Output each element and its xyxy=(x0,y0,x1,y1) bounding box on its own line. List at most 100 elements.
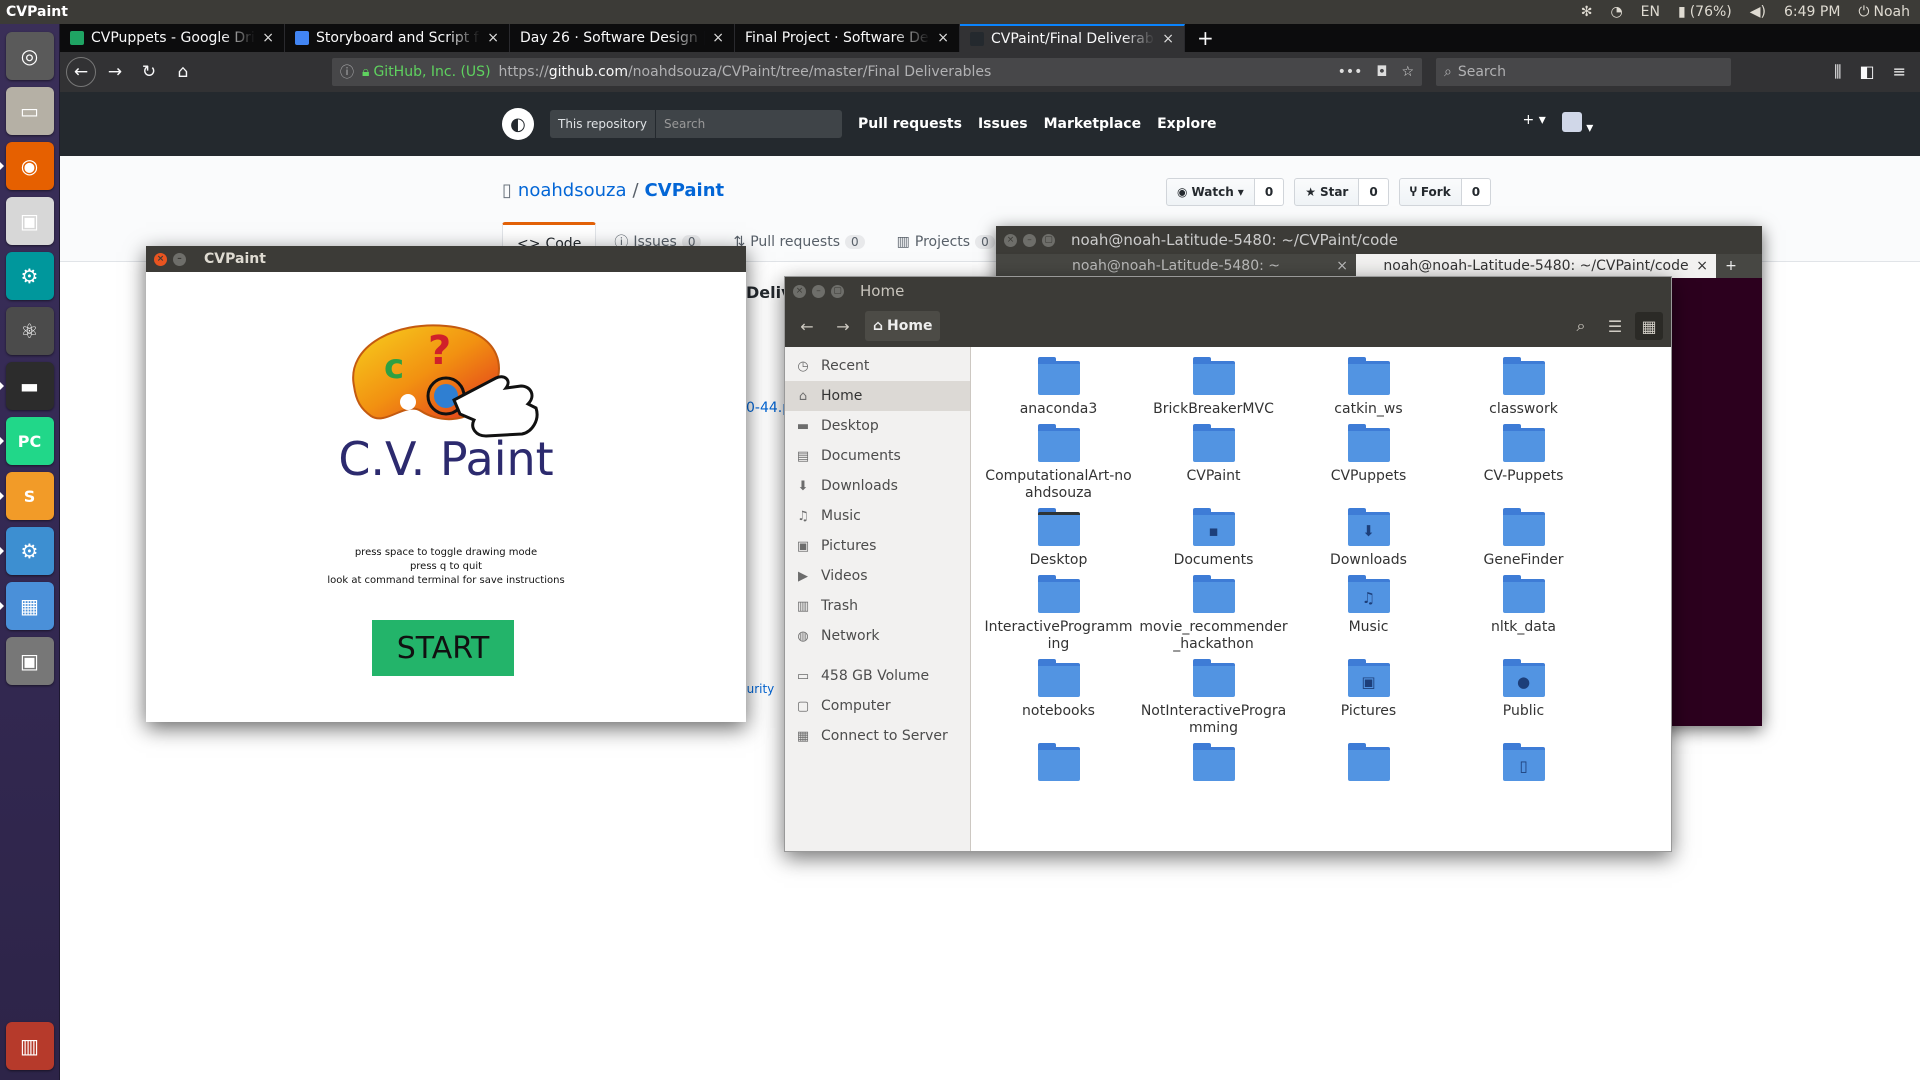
folder-item[interactable]: GeneFinder xyxy=(1446,508,1601,569)
watch-button[interactable]: ◉ Watch ▾ xyxy=(1166,178,1255,206)
maximize-icon[interactable]: ▢ xyxy=(1042,233,1055,247)
terminal-titlebar[interactable]: × – ▢ noah@noah-Latitude-5480: ~/CVPaint… xyxy=(996,226,1762,254)
folder-item[interactable]: ● Public xyxy=(1446,659,1601,737)
battery-indicator[interactable]: ▮ (76%) xyxy=(1678,4,1732,20)
folder-item[interactable]: ComputationalArt-noahdsouza xyxy=(981,424,1136,502)
star-button[interactable]: ★ Star xyxy=(1294,178,1360,206)
github-search[interactable]: This repository Search xyxy=(550,110,842,138)
folder-item[interactable]: catkin_ws xyxy=(1291,357,1446,418)
folder-item[interactable]: BrickBreakerMVC xyxy=(1136,357,1291,418)
tab-projects[interactable]: ▥ Projects 0 xyxy=(883,222,1009,262)
folder-item[interactable]: nltk_data xyxy=(1446,575,1601,653)
folder-item[interactable]: ♫ Music xyxy=(1291,575,1446,653)
volume-icon[interactable]: ◀) xyxy=(1750,4,1766,20)
software-center-icon[interactable]: ▣ xyxy=(5,197,54,245)
trash-icon[interactable]: ▥ xyxy=(5,1022,54,1070)
clock[interactable]: 6:49 PM xyxy=(1784,4,1840,20)
star-count[interactable]: 0 xyxy=(1359,178,1389,206)
folder-item[interactable] xyxy=(1291,743,1446,787)
nav-pull-requests[interactable]: Pull requests xyxy=(858,116,962,132)
nav-marketplace[interactable]: Marketplace xyxy=(1044,116,1141,132)
folder-item[interactable]: CVPaint xyxy=(1136,424,1291,502)
minimize-icon[interactable]: – xyxy=(1023,233,1036,247)
close-tab-icon[interactable]: × xyxy=(937,30,949,46)
terminal-tab-code[interactable]: noah@noah-Latitude-5480: ~/CVPaint/code × xyxy=(1356,254,1716,278)
folder-item[interactable]: NotInteractiveProgramming xyxy=(1136,659,1291,737)
url-bar[interactable]: ⓘ 🔒︎ GitHub, Inc. (US) https://github.com… xyxy=(332,58,1422,86)
back-arrow-icon[interactable]: ← xyxy=(793,312,821,340)
back-button[interactable]: ← xyxy=(66,57,96,87)
browser-tab[interactable]: Final Project · Software Des × xyxy=(735,24,960,52)
user-avatar-menu[interactable]: ▾ xyxy=(1561,112,1593,136)
create-new-plus-icon[interactable]: + ▾ xyxy=(1523,112,1546,136)
fork-count[interactable]: 0 xyxy=(1461,178,1492,206)
folder-item[interactable]: notebooks xyxy=(981,659,1136,737)
sidebar-item-pictures[interactable]: ▣ Pictures xyxy=(785,531,970,561)
atom-icon[interactable]: ⚛ xyxy=(5,307,54,355)
folder-item[interactable]: CV-Puppets xyxy=(1446,424,1601,502)
folder-item[interactable] xyxy=(981,743,1136,787)
reload-button[interactable]: ↻ xyxy=(134,57,164,87)
terminal-icon[interactable]: ▬ xyxy=(0,362,54,410)
folder-item[interactable]: ▣ Pictures xyxy=(1291,659,1446,737)
sidebar-icon[interactable]: ◧ xyxy=(1859,62,1874,82)
forward-arrow-icon[interactable]: → xyxy=(829,312,857,340)
maximize-icon[interactable]: ▢ xyxy=(831,284,844,298)
start-button[interactable]: START xyxy=(372,620,514,676)
sublime-icon[interactable]: S xyxy=(0,472,54,520)
search-icon[interactable]: ⌕ xyxy=(1567,312,1595,340)
folder-item[interactable]: ⬇ Downloads xyxy=(1291,508,1446,569)
terminal-new-tab-button[interactable]: + xyxy=(1716,254,1746,278)
folder-item[interactable]: ▯ xyxy=(1446,743,1601,787)
github-logo-icon[interactable]: ◐ xyxy=(502,108,534,140)
files-icon[interactable]: ▦ xyxy=(0,582,54,630)
close-icon[interactable]: × xyxy=(154,252,167,266)
folder-item[interactable]: classwork xyxy=(1446,357,1601,418)
list-view-icon[interactable]: ☰ xyxy=(1601,312,1629,340)
home-button[interactable]: ⌂ xyxy=(168,57,198,87)
folder-item[interactable]: movie_recommender_hackathon xyxy=(1136,575,1291,653)
bookmark-star-icon[interactable]: ☆ xyxy=(1401,64,1414,80)
dash-icon[interactable]: ◎ xyxy=(5,32,54,80)
close-icon[interactable]: × xyxy=(1336,258,1348,274)
forward-button[interactable]: → xyxy=(100,57,130,87)
sidebar-item-downloads[interactable]: ⬇ Downloads xyxy=(785,471,970,501)
breadcrumb[interactable]: ⌂ Home xyxy=(865,311,941,341)
files-titlebar[interactable]: × – ▢ Home xyxy=(785,277,1671,305)
cvpaint-titlebar[interactable]: × – CVPaint xyxy=(146,246,746,272)
nav-explore[interactable]: Explore xyxy=(1157,116,1216,132)
user-menu[interactable]: ⏻ Noah xyxy=(1858,4,1910,20)
github-search-input[interactable]: Search xyxy=(656,117,713,131)
watch-count[interactable]: 0 xyxy=(1254,178,1285,206)
drive-icon[interactable]: ▣ xyxy=(5,637,54,685)
close-tab-icon[interactable]: × xyxy=(1162,31,1174,47)
sidebar-item-458-gb-volume[interactable]: ▭ 458 GB Volume xyxy=(785,661,970,691)
network-settings-icon[interactable]: ✻ xyxy=(1581,4,1593,20)
hamburger-menu-icon[interactable]: ≡ xyxy=(1893,62,1906,82)
close-tab-icon[interactable]: × xyxy=(262,30,274,46)
files-cabinet-icon[interactable]: ▭ xyxy=(5,87,54,135)
library-icon[interactable]: ⫼ xyxy=(1834,62,1841,82)
arduino-icon[interactable]: ⚙ xyxy=(5,252,54,300)
firefox-icon[interactable]: ◉ xyxy=(0,142,54,190)
sidebar-item-music[interactable]: ♫ Music xyxy=(785,501,970,531)
keyboard-layout[interactable]: EN xyxy=(1641,4,1660,20)
close-tab-icon[interactable]: × xyxy=(712,30,724,46)
fork-button[interactable]: Ⴤ Fork xyxy=(1398,178,1462,206)
sidebar-item-recent[interactable]: ◷ Recent xyxy=(785,351,970,381)
browser-tab[interactable]: Storyboard and Script fo × xyxy=(285,24,510,52)
wifi-icon[interactable]: ◔ xyxy=(1610,4,1622,20)
folder-item[interactable] xyxy=(1136,743,1291,787)
pocket-icon[interactable]: ◘ xyxy=(1376,64,1387,80)
sidebar-item-desktop[interactable]: ▬ Desktop xyxy=(785,411,970,441)
browser-search-bar[interactable]: ⌕ Search xyxy=(1436,58,1731,86)
nav-issues[interactable]: Issues xyxy=(978,116,1028,132)
close-icon[interactable]: × xyxy=(1004,233,1017,247)
page-actions-icon[interactable]: ••• xyxy=(1338,64,1363,80)
terminal-tab-home[interactable]: noah@noah-Latitude-5480: ~ × xyxy=(996,254,1356,278)
sidebar-item-computer[interactable]: ▢ Computer xyxy=(785,691,970,721)
folder-item[interactable]: InteractiveProgramming xyxy=(981,575,1136,653)
browser-tab[interactable]: CVPuppets - Google Driv × xyxy=(60,24,285,52)
minimize-icon[interactable]: – xyxy=(812,284,825,298)
sidebar-item-network[interactable]: ◍ Network xyxy=(785,621,970,651)
